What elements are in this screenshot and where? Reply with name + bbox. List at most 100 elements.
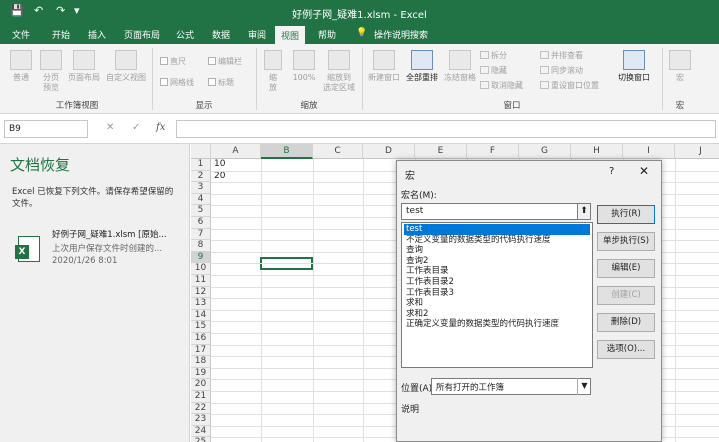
row-header[interactable]: 19 [191,367,211,380]
step-into-button[interactable]: 单步执行(S) [597,232,655,251]
create-button[interactable]: 创建(C) [597,286,655,305]
zoom-button[interactable]: 缩 放 [262,50,284,93]
macro-list-item[interactable]: 查询2 [404,256,590,267]
headings-checkbox[interactable]: 标题 [208,77,234,88]
group-divider [662,48,663,110]
tab-view[interactable]: 视图 [275,26,306,44]
macro-name-input[interactable]: test [401,203,579,220]
macro-list-item[interactable]: test [404,224,590,235]
zoom-to-selection-button[interactable]: 缩放到 选定区域 [320,50,358,93]
enter-icon[interactable]: ✓ [132,122,140,133]
row-header[interactable]: 17 [191,344,211,357]
row-header[interactable]: 21 [191,391,211,403]
column-header-a[interactable]: A [211,144,261,159]
cell-a1[interactable]: 10 [214,159,225,169]
chevron-down-icon[interactable]: ▼ [577,378,591,395]
new-window-button[interactable]: 新建窗口 [366,50,402,83]
column-header-g[interactable]: G [519,144,571,159]
page-layout-view-button[interactable]: 页面布局 [64,50,104,83]
tab-home[interactable]: 开始 [52,28,70,41]
column-header-f[interactable]: F [467,144,519,159]
view-side-by-side-button[interactable]: 并排查看 [540,50,583,61]
column-header-e[interactable]: E [415,144,467,159]
macro-list-item[interactable]: 不定义变量的数据类型的代码执行速度 [404,235,590,246]
page-break-preview-button[interactable]: 分页 预览 [38,50,64,93]
formula-bar-checkbox[interactable]: 编辑栏 [208,56,242,67]
row-header[interactable]: 15 [191,321,211,333]
synchronous-scrolling-button[interactable]: 同步滚动 [540,65,583,76]
row-header[interactable]: 11 [191,275,211,287]
macro-list-item[interactable]: 求和 [404,298,590,309]
name-box[interactable]: B9 [4,120,88,138]
row-header[interactable]: 6 [191,217,211,229]
row-header[interactable]: 10 [191,263,211,275]
row-header[interactable]: 14 [191,309,211,322]
run-button[interactable]: 执行(R) [597,205,655,224]
macro-list-item[interactable]: 正确定义变量的数据类型的代码执行速度 [404,319,590,330]
formula-input[interactable] [176,120,716,138]
row-header[interactable]: 12 [191,286,211,299]
arrange-all-button[interactable]: 全部重排 [403,50,441,83]
normal-view-button[interactable]: 普通 [6,50,36,83]
macro-list-item[interactable]: 工作表目录 [404,266,590,277]
tab-file[interactable]: 文件 [12,28,30,41]
row-header[interactable]: 9 [191,251,211,264]
row-header[interactable]: 13 [191,298,211,310]
column-header-i[interactable]: I [623,144,675,159]
tab-help[interactable]: 帮助 [318,28,336,41]
column-header-j[interactable]: J [675,144,719,159]
row-header[interactable]: 3 [191,182,211,194]
location-select[interactable]: 所有打开的工作簿 [431,378,591,395]
row-header[interactable]: 16 [191,333,211,345]
freeze-panes-button[interactable]: 冻结窗格 [442,50,478,83]
switch-windows-button[interactable]: 切换窗口 [612,50,656,83]
tell-me-search[interactable]: 操作说明搜索 [374,28,428,41]
tab-data[interactable]: 数据 [212,28,230,41]
custom-views-button[interactable]: 自定义视图 [104,50,148,83]
options-button[interactable]: 选项(O)... [597,340,655,359]
row-header[interactable]: 18 [191,356,211,368]
row-header[interactable]: 4 [191,193,211,206]
tab-insert[interactable]: 插入 [88,28,106,41]
tab-page-layout[interactable]: 页面布局 [124,28,160,41]
gridlines-checkbox[interactable]: 网格线 [160,77,194,88]
macro-list-item[interactable]: 求和2 [404,309,590,320]
row-header[interactable]: 20 [191,379,211,391]
unhide-button[interactable]: 取消隐藏 [480,80,523,91]
insert-function-icon[interactable]: fx [156,122,165,133]
macro-list-item[interactable]: 查询 [404,245,590,256]
cell-a2[interactable]: 20 [214,171,225,181]
row-header[interactable]: 8 [191,240,211,252]
column-header-h[interactable]: H [571,144,623,159]
help-icon[interactable]: ? [609,166,614,177]
tab-review[interactable]: 审阅 [248,28,266,41]
row-header[interactable]: 7 [191,228,211,241]
zoom-100-button[interactable]: 100% [290,50,318,83]
row-header[interactable]: 23 [191,414,211,426]
edit-button[interactable]: 编辑(E) [597,259,655,278]
row-header[interactable]: 2 [191,170,211,183]
tab-formulas[interactable]: 公式 [176,28,194,41]
reset-window-position-button[interactable]: 重设窗口位置 [540,80,599,91]
macro-list-item[interactable]: 工作表目录2 [404,277,590,288]
select-all-corner[interactable] [191,144,211,159]
row-header[interactable]: 25 [191,437,211,442]
row-header[interactable]: 1 [191,159,211,171]
delete-button[interactable]: 删除(D) [597,313,655,332]
macro-list-item[interactable]: 工作表目录3 [404,288,590,299]
ruler-checkbox[interactable]: 直尺 [160,56,186,67]
hide-button[interactable]: 隐藏 [480,65,507,76]
recovered-file-item[interactable]: X 好例子网_疑难1.xlsm [原始... 上次用户保存文件时创建的... 2… [12,228,184,274]
row-header[interactable]: 5 [191,205,211,217]
column-header-d[interactable]: D [363,144,415,159]
close-icon[interactable]: ✕ [639,164,649,178]
macros-button[interactable]: 宏 [668,50,692,83]
column-header-c[interactable]: C [313,144,363,159]
cancel-icon[interactable]: ✕ [106,122,114,133]
row-header[interactable]: 24 [191,425,211,438]
row-header[interactable]: 22 [191,402,211,415]
split-button[interactable]: 拆分 [480,50,507,61]
up-arrow-icon[interactable]: ⬆ [577,203,591,220]
column-header-b[interactable]: B [261,144,313,159]
macro-list[interactable]: test 不定义变量的数据类型的代码执行速度 查询 查询2 工作表目录 工作表目录2 工作表… [401,222,593,368]
